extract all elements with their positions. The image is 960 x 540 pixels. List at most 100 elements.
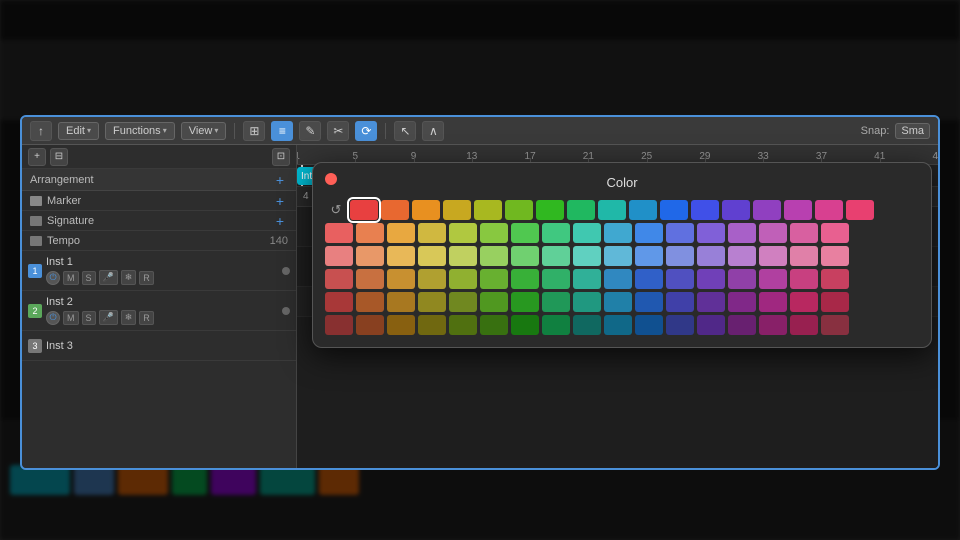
color-swatch-4-8[interactable]	[573, 292, 601, 312]
pencil2-btn[interactable]: ∧	[422, 121, 444, 141]
pointer-btn[interactable]: ↖	[394, 121, 416, 141]
color-swatch-1-4[interactable]	[449, 223, 477, 243]
signature-add-btn[interactable]: +	[272, 213, 288, 229]
color-swatch-2-11[interactable]	[666, 246, 694, 266]
color-swatch-4-4[interactable]	[449, 292, 477, 312]
color-swatch-5-7[interactable]	[542, 315, 570, 335]
color-swatch-0-0[interactable]	[350, 200, 378, 220]
color-swatch-5-16[interactable]	[821, 315, 849, 335]
color-reset-btn[interactable]: ↺	[325, 200, 347, 220]
functions-menu[interactable]: Functions ▾	[105, 122, 175, 140]
color-swatch-0-15[interactable]	[815, 200, 843, 220]
list-view-btn[interactable]: ≡	[271, 121, 293, 141]
color-swatch-1-1[interactable]	[356, 223, 384, 243]
color-swatch-4-9[interactable]	[604, 292, 632, 312]
color-swatch-2-9[interactable]	[604, 246, 632, 266]
color-swatch-3-12[interactable]	[697, 269, 725, 289]
grid-view-btn[interactable]: ⊞	[243, 121, 265, 141]
color-swatch-2-2[interactable]	[387, 246, 415, 266]
color-swatch-1-2[interactable]	[387, 223, 415, 243]
color-swatch-1-15[interactable]	[790, 223, 818, 243]
edit-menu[interactable]: Edit ▾	[58, 122, 99, 140]
color-swatch-0-3[interactable]	[443, 200, 471, 220]
color-swatch-4-2[interactable]	[387, 292, 415, 312]
mute-btn-2[interactable]: M	[63, 311, 79, 325]
color-swatch-5-11[interactable]	[666, 315, 694, 335]
color-swatch-2-7[interactable]	[542, 246, 570, 266]
color-swatch-3-16[interactable]	[821, 269, 849, 289]
input-btn-1[interactable]: 🎤	[99, 270, 118, 285]
color-swatch-0-11[interactable]	[691, 200, 719, 220]
power-btn-2[interactable]: ⏻	[46, 311, 60, 325]
color-swatch-4-6[interactable]	[511, 292, 539, 312]
color-swatch-1-6[interactable]	[511, 223, 539, 243]
color-swatch-3-3[interactable]	[418, 269, 446, 289]
color-swatch-1-12[interactable]	[697, 223, 725, 243]
color-swatch-0-1[interactable]	[381, 200, 409, 220]
color-swatch-3-7[interactable]	[542, 269, 570, 289]
color-swatch-4-1[interactable]	[356, 292, 384, 312]
color-swatch-2-15[interactable]	[790, 246, 818, 266]
solo-btn-1[interactable]: S	[82, 271, 96, 285]
color-swatch-1-5[interactable]	[480, 223, 508, 243]
power-btn-1[interactable]: ⏻	[46, 271, 60, 285]
color-swatch-1-0[interactable]	[325, 223, 353, 243]
color-swatch-2-4[interactable]	[449, 246, 477, 266]
record-btn-1[interactable]: R	[139, 271, 154, 285]
color-swatch-5-8[interactable]	[573, 315, 601, 335]
color-swatch-5-6[interactable]	[511, 315, 539, 335]
color-swatch-3-10[interactable]	[635, 269, 663, 289]
color-swatch-5-9[interactable]	[604, 315, 632, 335]
color-swatch-1-11[interactable]	[666, 223, 694, 243]
color-swatch-4-13[interactable]	[728, 292, 756, 312]
back-btn[interactable]: ↑	[30, 121, 52, 141]
color-swatch-3-0[interactable]	[325, 269, 353, 289]
color-swatch-3-2[interactable]	[387, 269, 415, 289]
color-swatch-3-9[interactable]	[604, 269, 632, 289]
color-swatch-0-4[interactable]	[474, 200, 502, 220]
color-swatch-3-14[interactable]	[759, 269, 787, 289]
color-swatch-0-14[interactable]	[784, 200, 812, 220]
color-swatch-4-5[interactable]	[480, 292, 508, 312]
color-swatch-0-8[interactable]	[598, 200, 626, 220]
expand-btn[interactable]: ⊡	[272, 148, 290, 166]
color-swatch-2-14[interactable]	[759, 246, 787, 266]
color-swatch-5-3[interactable]	[418, 315, 446, 335]
color-picker-close-btn[interactable]	[325, 173, 337, 185]
color-swatch-4-0[interactable]	[325, 292, 353, 312]
color-swatch-2-13[interactable]	[728, 246, 756, 266]
input-btn-2[interactable]: 🎤	[99, 310, 118, 325]
color-swatch-1-8[interactable]	[573, 223, 601, 243]
color-swatch-2-3[interactable]	[418, 246, 446, 266]
color-swatch-1-10[interactable]	[635, 223, 663, 243]
color-swatch-2-8[interactable]	[573, 246, 601, 266]
view-menu[interactable]: View ▾	[181, 122, 227, 140]
color-swatch-1-13[interactable]	[728, 223, 756, 243]
color-swatch-5-5[interactable]	[480, 315, 508, 335]
color-swatch-2-1[interactable]	[356, 246, 384, 266]
color-swatch-5-2[interactable]	[387, 315, 415, 335]
color-swatch-4-14[interactable]	[759, 292, 787, 312]
color-swatch-2-10[interactable]	[635, 246, 663, 266]
color-swatch-1-7[interactable]	[542, 223, 570, 243]
color-swatch-3-6[interactable]	[511, 269, 539, 289]
marker-add-btn[interactable]: +	[272, 193, 288, 209]
color-swatch-2-12[interactable]	[697, 246, 725, 266]
color-swatch-1-16[interactable]	[821, 223, 849, 243]
color-swatch-1-14[interactable]	[759, 223, 787, 243]
record-btn-2[interactable]: R	[139, 311, 154, 325]
scissors-btn[interactable]: ✂	[327, 121, 349, 141]
color-swatch-5-10[interactable]	[635, 315, 663, 335]
color-swatch-0-7[interactable]	[567, 200, 595, 220]
color-swatch-5-13[interactable]	[728, 315, 756, 335]
color-swatch-2-5[interactable]	[480, 246, 508, 266]
color-swatch-4-7[interactable]	[542, 292, 570, 312]
pencil-btn[interactable]: ✎	[299, 121, 321, 141]
color-swatch-2-6[interactable]	[511, 246, 539, 266]
color-swatch-3-4[interactable]	[449, 269, 477, 289]
color-swatch-0-5[interactable]	[505, 200, 533, 220]
color-swatch-5-14[interactable]	[759, 315, 787, 335]
color-swatch-3-11[interactable]	[666, 269, 694, 289]
freeze-btn-1[interactable]: ❄	[121, 270, 137, 285]
add-track-btn[interactable]: +	[28, 148, 46, 166]
